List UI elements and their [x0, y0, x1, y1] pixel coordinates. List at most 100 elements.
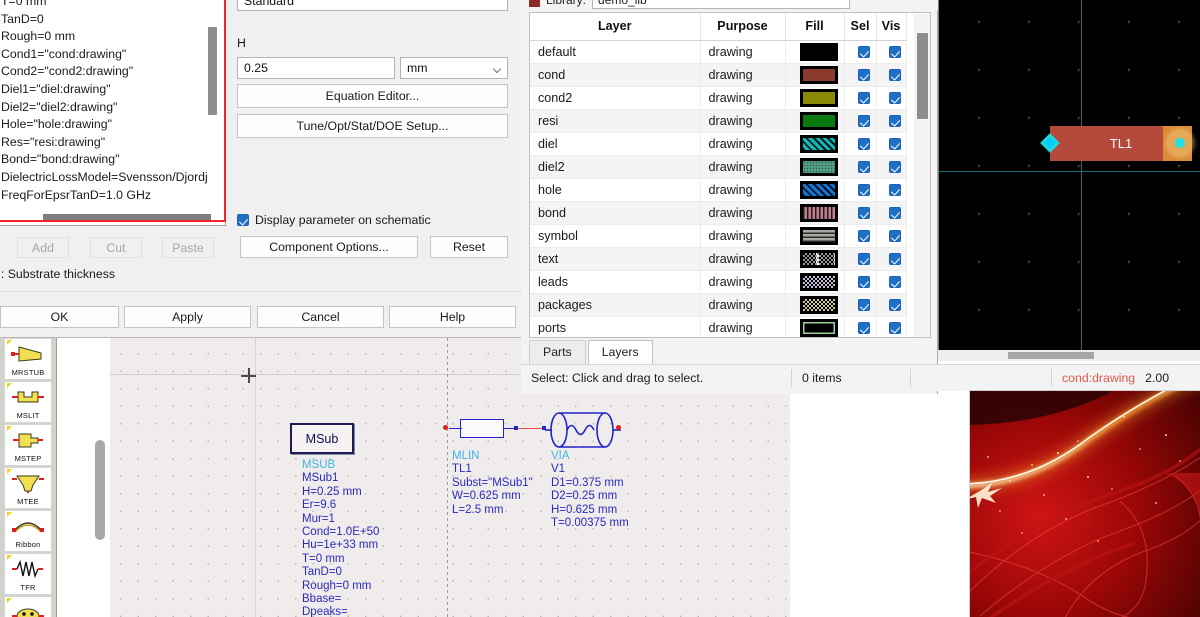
layer-vis-cell[interactable]	[876, 224, 907, 248]
layer-name-cell[interactable]: diel2	[530, 155, 701, 179]
layer-fill-cell[interactable]	[785, 316, 845, 337]
layer-sel-cell[interactable]	[844, 155, 877, 179]
layer-sel-cell[interactable]	[844, 86, 877, 110]
layer-vis-cell[interactable]	[876, 178, 907, 202]
checkbox-sel[interactable]	[858, 322, 870, 335]
layer-name-cell[interactable]: symbol	[530, 224, 701, 248]
checkbox-vis[interactable]	[889, 299, 901, 312]
tune-opt-stat-doe-setup-button[interactable]: Tune/Opt/Stat/DOE Setup...	[237, 114, 508, 138]
library-select[interactable]: demo_lib	[592, 0, 851, 9]
layer-name-cell[interactable]: resi	[530, 109, 701, 133]
mlin-symbol[interactable]	[460, 419, 504, 438]
checkbox-sel[interactable]	[858, 161, 870, 174]
layer-vis-cell[interactable]	[876, 270, 907, 294]
via-symbol[interactable]	[545, 408, 621, 452]
layer-name-cell[interactable]: cond	[530, 63, 701, 87]
layer-purpose-cell[interactable]: drawing	[700, 224, 786, 248]
parameter-list-vertical-scrollbar[interactable]	[208, 27, 217, 115]
table-row[interactable]: diel2 drawing	[530, 155, 907, 179]
parameter-list-item[interactable]: Bond="bond:drawing"	[0, 151, 225, 169]
checkbox-vis[interactable]	[889, 161, 901, 174]
help-button[interactable]: Help	[389, 306, 516, 328]
layer-sel-cell[interactable]	[844, 293, 877, 317]
layer-sel-cell[interactable]	[844, 316, 877, 337]
layer-sel-cell[interactable]	[844, 132, 877, 156]
layer-fill-cell[interactable]	[785, 109, 845, 133]
parameter-list-item[interactable]: DielectricLossModel=Svensson/Djordj	[0, 169, 225, 187]
parameter-list-horizontal-scrollbar[interactable]	[43, 214, 211, 222]
palette-item-mtee[interactable]: MTEE	[4, 467, 52, 509]
checkbox-sel[interactable]	[858, 207, 870, 220]
layer-sel-cell[interactable]	[844, 201, 877, 225]
display-parameter-checkbox[interactable]	[237, 214, 249, 226]
checkbox-vis[interactable]	[889, 253, 901, 266]
layer-vis-cell[interactable]	[876, 86, 907, 110]
layer-purpose-cell[interactable]: drawing	[700, 178, 786, 202]
layout-view[interactable]: TL1	[938, 0, 1200, 350]
layer-purpose-cell[interactable]: drawing	[700, 63, 786, 87]
h-unit-select[interactable]: mm	[400, 57, 508, 79]
h-value-input[interactable]: 0.25	[237, 57, 395, 79]
layer-table-scrollbar[interactable]	[917, 33, 928, 119]
layer-sel-cell[interactable]	[844, 63, 877, 87]
palette-item-mslit[interactable]: MSLIT	[4, 381, 52, 423]
checkbox-sel[interactable]	[858, 69, 870, 82]
parameter-type-field[interactable]: Standard	[237, 0, 508, 11]
layer-vis-cell[interactable]	[876, 316, 907, 337]
parameter-list-item[interactable]: Hole="hole:drawing"	[0, 116, 225, 134]
table-row[interactable]: diel drawing	[530, 132, 907, 156]
layer-fill-cell[interactable]	[785, 155, 845, 179]
layer-purpose-cell[interactable]: drawing	[700, 86, 786, 110]
checkbox-vis[interactable]	[889, 115, 901, 128]
table-row[interactable]: default drawing	[530, 40, 907, 64]
layer-purpose-cell[interactable]: drawing	[700, 132, 786, 156]
layer-name-cell[interactable]: packages	[530, 293, 701, 317]
layer-purpose-cell[interactable]: drawing	[700, 293, 786, 317]
layer-sel-cell[interactable]	[844, 270, 877, 294]
parameter-list-item[interactable]: Rough=0 mm	[0, 28, 225, 46]
component-options-button[interactable]: Component Options...	[240, 236, 418, 258]
paste-button[interactable]: Paste	[162, 237, 214, 258]
layer-sel-cell[interactable]	[844, 247, 877, 271]
layer-purpose-cell[interactable]: drawing	[700, 155, 786, 179]
layer-purpose-cell[interactable]: drawing	[700, 316, 786, 337]
layer-fill-cell[interactable]	[785, 86, 845, 110]
layer-sel-cell[interactable]	[844, 224, 877, 248]
status-active-layer[interactable]: cond:drawing	[1052, 365, 1135, 392]
checkbox-vis[interactable]	[889, 322, 901, 335]
display-parameter-checkbox-row[interactable]: Display parameter on schematic	[237, 213, 431, 227]
parameter-list-item[interactable]: Diel1="diel:drawing"	[0, 81, 225, 99]
layer-name-cell[interactable]: diel	[530, 132, 701, 156]
layout-horizontal-scrollbar[interactable]	[1008, 352, 1094, 359]
checkbox-sel[interactable]	[858, 276, 870, 289]
palette-item-mrstub[interactable]: MRSTUB	[4, 338, 52, 380]
layer-sel-cell[interactable]	[844, 109, 877, 133]
parameter-list[interactable]: T=0 mm TanD=0 Rough=0 mm Cond1="cond:dra…	[0, 0, 226, 226]
checkbox-sel[interactable]	[858, 138, 870, 151]
table-row[interactable]: ports drawing	[530, 316, 907, 337]
layer-fill-cell[interactable]	[785, 270, 845, 294]
cancel-button[interactable]: Cancel	[257, 306, 384, 328]
checkbox-vis[interactable]	[889, 184, 901, 197]
checkbox-sel[interactable]	[858, 299, 870, 312]
table-row[interactable]: text drawing	[530, 247, 907, 271]
column-header-fill[interactable]: Fill	[785, 13, 845, 41]
checkbox-vis[interactable]	[889, 276, 901, 289]
layer-sel-cell[interactable]	[844, 178, 877, 202]
checkbox-sel[interactable]	[858, 253, 870, 266]
component-palette[interactable]: MRSTUB MSLIT MSTEP MTEE Ribbon TFR	[0, 338, 57, 617]
parameter-list-item[interactable]: Cond1="cond:drawing"	[0, 46, 225, 64]
checkbox-vis[interactable]	[889, 69, 901, 82]
equation-editor-button[interactable]: Equation Editor...	[237, 84, 508, 108]
layer-name-cell[interactable]: hole	[530, 178, 701, 202]
checkbox-sel[interactable]	[858, 184, 870, 197]
parameter-list-item[interactable]: TanD=0	[0, 11, 225, 29]
layer-fill-cell[interactable]	[785, 178, 845, 202]
palette-item-tfr[interactable]: TFR	[4, 553, 52, 595]
parameter-list-item[interactable]: T=0 mm	[0, 0, 225, 11]
layer-fill-cell[interactable]	[785, 224, 845, 248]
palette-item-mstep[interactable]: MSTEP	[4, 424, 52, 466]
parameter-list-item[interactable]: Diel2="diel2:drawing"	[0, 99, 225, 117]
table-row[interactable]: packages drawing	[530, 293, 907, 317]
layer-fill-cell[interactable]	[785, 63, 845, 87]
